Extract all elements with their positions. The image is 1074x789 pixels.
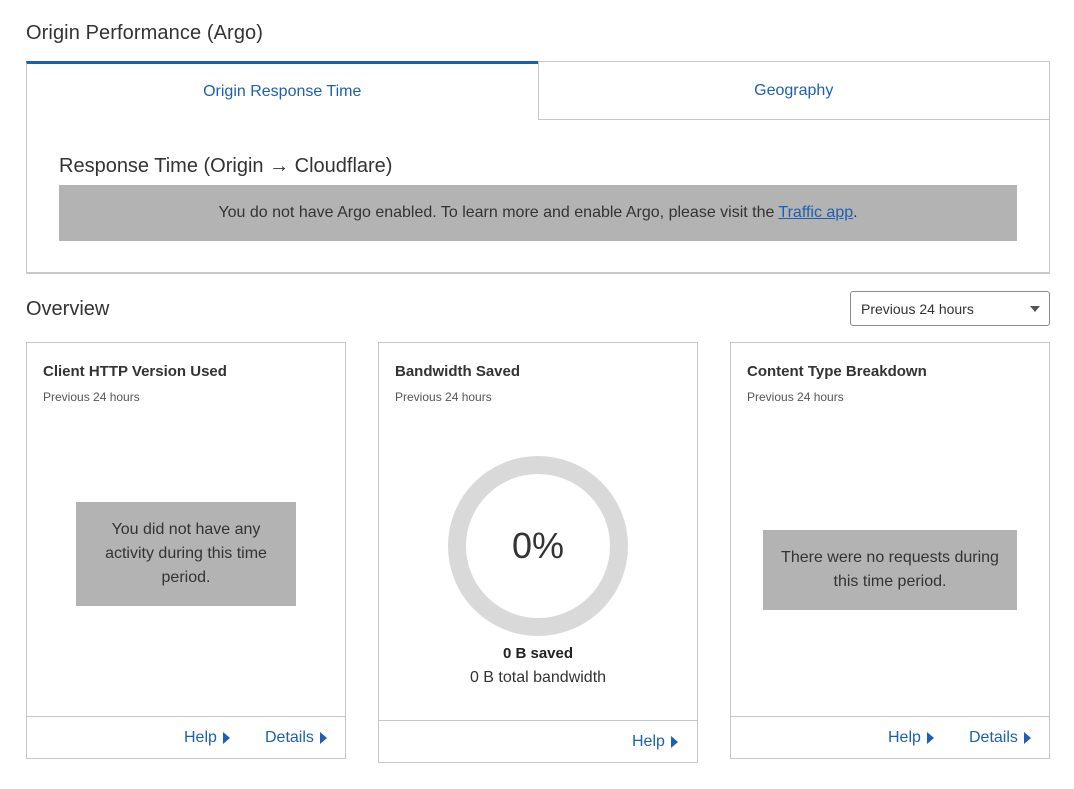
argo-tabs: Origin Response Time Geography: [26, 61, 1050, 120]
traffic-app-link[interactable]: Traffic app: [778, 204, 853, 222]
caret-down-icon: [1030, 306, 1040, 312]
tab-origin-response-time[interactable]: Origin Response Time: [26, 61, 538, 120]
time-range-select[interactable]: Previous 24 hours: [850, 291, 1050, 326]
help-label: Help: [632, 733, 665, 750]
card-title: Client HTTP Version Used: [43, 363, 227, 380]
empty-state-message: You did not have any activity during thi…: [76, 502, 296, 606]
triangle-right-icon: [670, 736, 678, 748]
percent-saved: 0%: [511, 525, 565, 566]
details-link[interactable]: Details: [969, 729, 1031, 747]
card-subtitle: Previous 24 hours: [43, 390, 140, 404]
page-title: Origin Performance (Argo): [26, 22, 264, 44]
triangle-right-icon: [926, 732, 934, 744]
content-type-card: Content Type Breakdown Previous 24 hours…: [730, 342, 1050, 759]
help-link[interactable]: Help: [632, 733, 678, 751]
response-time-heading: Response Time (Origin → Cloudflare): [59, 155, 393, 177]
card-footer: Help Details: [27, 716, 345, 758]
card-title: Content Type Breakdown: [747, 363, 927, 380]
details-label: Details: [969, 729, 1018, 746]
argo-disabled-notice: You do not have Argo enabled. To learn m…: [59, 185, 1017, 241]
help-label: Help: [888, 729, 921, 746]
time-range-value: Previous 24 hours: [861, 300, 974, 317]
argo-panel: Origin Response Time Geography Response …: [26, 61, 1050, 274]
card-footer: Help: [379, 720, 697, 762]
empty-state-message: There were no requests during this time …: [763, 530, 1017, 610]
bytes-saved: 0 B saved: [502, 645, 574, 662]
card-subtitle: Previous 24 hours: [395, 390, 492, 404]
help-link[interactable]: Help: [184, 729, 230, 747]
bandwidth-saved-card: Bandwidth Saved Previous 24 hours 0% 0 B…: [378, 342, 698, 763]
triangle-right-icon: [1023, 732, 1031, 744]
triangle-right-icon: [319, 732, 327, 744]
details-label: Details: [265, 729, 314, 746]
bandwidth-donut: 0%: [447, 455, 629, 637]
help-link[interactable]: Help: [888, 729, 934, 747]
overview-title: Overview: [26, 298, 110, 320]
card-subtitle: Previous 24 hours: [747, 390, 844, 404]
argo-notice-text: You do not have Argo enabled. To learn m…: [218, 204, 775, 221]
total-bandwidth: 0 B total bandwidth: [469, 669, 607, 686]
argo-notice-end: .: [853, 204, 858, 221]
tab-geography[interactable]: Geography: [537, 61, 1050, 120]
card-footer: Help Details: [731, 716, 1049, 758]
card-title: Bandwidth Saved: [395, 363, 521, 380]
details-link[interactable]: Details: [265, 729, 327, 747]
help-label: Help: [184, 729, 217, 746]
triangle-right-icon: [222, 732, 230, 744]
http-version-card: Client HTTP Version Used Previous 24 hou…: [26, 342, 346, 759]
